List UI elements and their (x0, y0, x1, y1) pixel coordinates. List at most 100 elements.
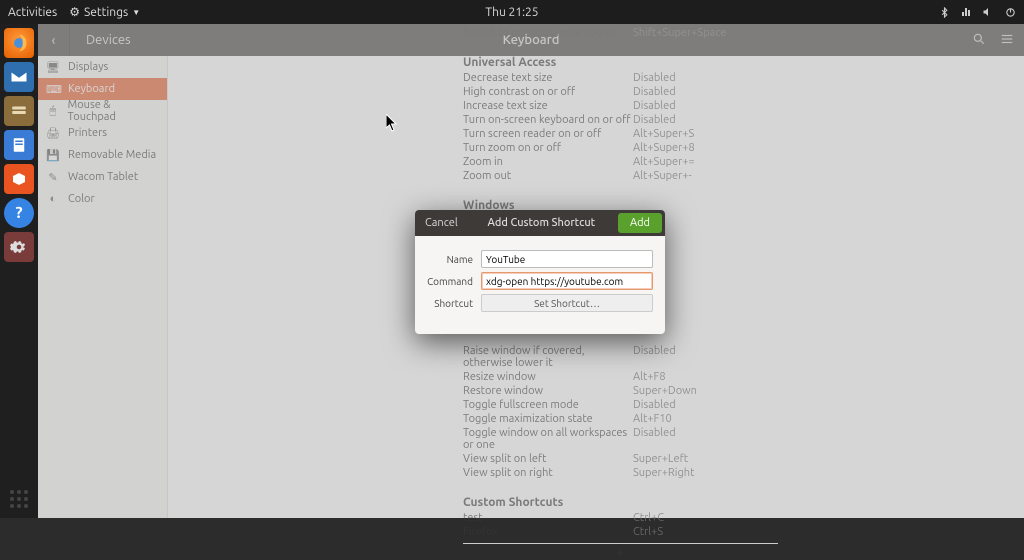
shortcut-accel: Super+Left (633, 453, 688, 465)
shortcut-accel: Alt+Super+= (633, 156, 695, 168)
shortcut-label: Firefox (463, 526, 633, 538)
shortcut-accel: Alt+F8 (633, 371, 666, 383)
shortcut-label: test (463, 512, 633, 524)
dock-firefox[interactable] (4, 28, 34, 58)
clock[interactable]: Thu 21:25 (485, 6, 538, 19)
shortcut-label: Toggle fullscreen mode (463, 399, 633, 411)
settings-icon: ⚙ (69, 5, 80, 19)
command-input[interactable] (481, 272, 653, 290)
chevron-down-icon: ▼ (132, 8, 140, 17)
shortcut-label: Zoom out (463, 170, 633, 182)
shortcut-row[interactable]: testCtrl+C (463, 511, 783, 525)
shortcut-row[interactable]: Toggle window on all workspaces or oneDi… (463, 426, 783, 452)
sidebar-icon: 🖱 (46, 105, 60, 118)
set-shortcut-button[interactable]: Set Shortcut… (481, 294, 653, 312)
shortcut-row[interactable]: View split on leftSuper+Left (463, 452, 783, 466)
shortcut-row[interactable]: Turn on-screen keyboard on or offDisable… (463, 113, 783, 127)
section-title: Custom Shortcuts (463, 490, 783, 511)
sidebar-item-printers[interactable]: 🖨Printers (38, 122, 167, 144)
shortcut-accel: Disabled (633, 399, 676, 411)
top-panel: Activities ⚙ Settings ▼ Thu 21:25 (0, 0, 1024, 24)
dialog-title: Add Custom Shortcut (468, 217, 615, 229)
shortcut-label: Toggle window on all workspaces or one (463, 427, 633, 451)
name-label: Name (427, 254, 473, 265)
shortcut-label: Turn on-screen keyboard on or off (463, 114, 633, 126)
dock-help[interactable]: ? (4, 198, 34, 228)
app-menu[interactable]: ⚙ Settings ▼ (69, 5, 140, 19)
add-custom-shortcut-dialog: Cancel Add Custom Shortcut Add Name Comm… (415, 210, 665, 334)
shortcut-accel: Disabled (633, 114, 676, 126)
sidebar-icon: ◐ (46, 193, 60, 205)
bluetooth-icon[interactable] (938, 6, 950, 18)
shortcut-row[interactable]: Toggle fullscreen modeDisabled (463, 398, 783, 412)
activities-button[interactable]: Activities (8, 6, 57, 19)
shortcut-row[interactable]: Zoom outAlt+Super+- (463, 169, 783, 183)
shortcut-label: View split on right (463, 467, 633, 479)
volume-icon[interactable] (982, 6, 994, 18)
shortcut-accel: Alt+Super+8 (633, 142, 695, 154)
back-button[interactable]: ‹ (38, 24, 70, 56)
dock-thunderbird[interactable] (4, 62, 34, 92)
shortcut-row[interactable]: Resize windowAlt+F8 (463, 370, 783, 384)
dock: ? (0, 24, 38, 518)
name-input[interactable] (481, 250, 653, 268)
shortcut-row[interactable]: Increase text sizeDisabled (463, 99, 783, 113)
sidebar-item-label: Keyboard (68, 83, 115, 95)
section-title: Universal Access (463, 50, 783, 71)
shortcut-label: Turn screen reader on or off (463, 128, 633, 140)
shortcut-row[interactable]: View split on rightSuper+Right (463, 466, 783, 480)
shortcut-label: High contrast on or off (463, 86, 633, 98)
shortcut-row[interactable]: Turn zoom on or offAlt+Super+8 (463, 141, 783, 155)
shortcut-row[interactable]: Turn screen reader on or offAlt+Super+S (463, 127, 783, 141)
shortcut-row[interactable]: Zoom inAlt+Super+= (463, 155, 783, 169)
sidebar-icon: 💾 (46, 149, 60, 162)
dock-files[interactable] (4, 96, 34, 126)
shortcut-row[interactable]: Raise window if covered, otherwise lower… (463, 344, 783, 370)
command-label: Command (427, 276, 473, 287)
show-applications[interactable] (10, 490, 28, 508)
shortcut-label: Raise window if covered, otherwise lower… (463, 345, 633, 369)
shortcut-label: Switch to previous input source (463, 27, 633, 39)
shortcut-label: Zoom in (463, 156, 633, 168)
sidebar-item-label: Removable Media (68, 149, 156, 161)
sidebar-item-color[interactable]: ◐Color (38, 188, 167, 210)
breadcrumb: Devices (70, 33, 171, 47)
sidebar-item-keyboard[interactable]: ⌨ Keyboard (38, 78, 167, 100)
menu-icon[interactable] (1000, 32, 1014, 49)
shortcut-accel: Ctrl+C (633, 512, 664, 524)
shortcut-accel: Disabled (633, 427, 676, 451)
dock-libreoffice[interactable] (4, 130, 34, 160)
search-icon[interactable] (972, 32, 986, 49)
shortcut-row[interactable]: Decrease text sizeDisabled (463, 71, 783, 85)
power-icon[interactable] (1004, 6, 1016, 18)
sidebar-item-wacom-tablet[interactable]: ✎Wacom Tablet (38, 166, 167, 188)
shortcut-accel: Alt+F10 (633, 413, 672, 425)
shortcut-row[interactable]: High contrast on or offDisabled (463, 85, 783, 99)
add-shortcut-button[interactable]: + (463, 543, 778, 560)
sidebar-item-label: Displays (68, 61, 108, 73)
dock-software[interactable] (4, 164, 34, 194)
shortcut-label: Increase text size (463, 100, 633, 112)
add-button[interactable]: Add (618, 213, 662, 233)
sidebar-item-displays[interactable]: 🖥 Displays (38, 56, 167, 78)
shortcut-row[interactable]: Toggle maximization stateAlt+F10 (463, 412, 783, 426)
shortcut-row[interactable]: FirefoxCtrl+S (463, 525, 783, 539)
sidebar-item-label: Wacom Tablet (68, 171, 138, 183)
sidebar-item-label: Mouse & Touchpad (68, 99, 159, 123)
shortcut-accel: Disabled (633, 345, 676, 369)
network-icon[interactable] (960, 6, 972, 18)
shortcut-accel: Disabled (633, 72, 676, 84)
shortcut-row[interactable]: Restore windowSuper+Down (463, 384, 783, 398)
devices-sidebar: 🖥 Displays ⌨ Keyboard 🖱 Mouse & Touchpad🖨Prin… (38, 56, 168, 518)
sidebar-icon: 🖥 (46, 61, 60, 74)
sidebar-item-removable-media[interactable]: 💾 Removable Media (38, 144, 167, 166)
cancel-button[interactable]: Cancel (415, 210, 468, 236)
sidebar-icon: ⌨ (46, 83, 60, 96)
shortcut-row[interactable]: Switch to previous input sourceShift+Sup… (463, 26, 783, 40)
dock-settings[interactable] (4, 232, 34, 262)
shortcut-accel: Ctrl+S (633, 526, 663, 538)
shortcut-label: Turn zoom on or off (463, 142, 633, 154)
sidebar-item-label: Printers (68, 127, 107, 139)
sidebar-item-mouse-touchpad[interactable]: 🖱 Mouse & Touchpad (38, 100, 167, 122)
shortcut-label: Shortcut (427, 298, 473, 309)
